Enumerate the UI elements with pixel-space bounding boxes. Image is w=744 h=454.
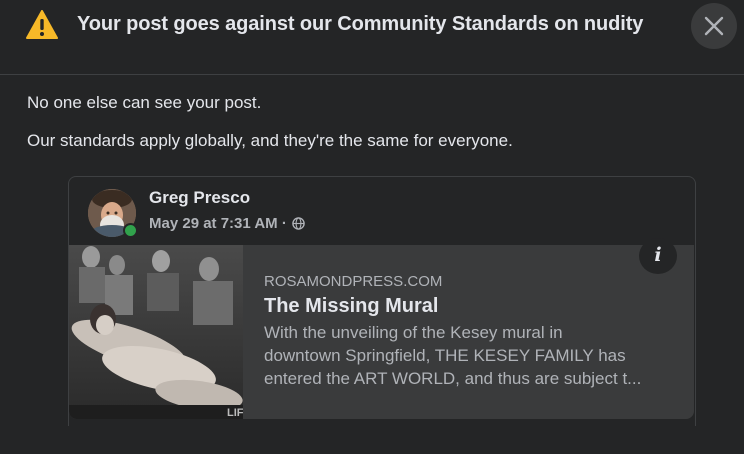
post-meta: May 29 at 7:31 AM · bbox=[149, 215, 305, 232]
dialog-title: Your post goes against our Community Sta… bbox=[77, 13, 644, 35]
info-icon: i bbox=[654, 244, 662, 266]
thumbnail-image: LIF bbox=[69, 245, 244, 419]
meta-separator: · bbox=[281, 215, 287, 232]
post-timestamp[interactable]: May 29 at 7:31 AM bbox=[149, 215, 278, 232]
link-preview-card[interactable]: LIF ROSAMONDPRESS.COM The Missing Mural … bbox=[69, 245, 694, 419]
info-button[interactable]: i bbox=[639, 238, 677, 274]
close-icon bbox=[704, 16, 724, 36]
visibility-notice: No one else can see your post. bbox=[27, 93, 262, 112]
link-description-line: downtown Springfield, THE KESEY FAMILY h… bbox=[264, 346, 626, 365]
online-status-indicator bbox=[123, 223, 138, 238]
link-domain: ROSAMONDPRESS.COM bbox=[264, 273, 443, 290]
policy-violation-dialog: Your post goes against our Community Sta… bbox=[0, 0, 744, 454]
link-description-line: entered the ART WORLD, and thus are subj… bbox=[264, 369, 642, 388]
post-author-name[interactable]: Greg Presco bbox=[149, 188, 250, 208]
thumbnail-caption: LIF bbox=[227, 407, 243, 419]
close-button[interactable] bbox=[691, 3, 737, 49]
dialog-header: Your post goes against our Community Sta… bbox=[0, 0, 744, 75]
link-thumbnail: LIF bbox=[69, 245, 244, 419]
warning-triangle-icon bbox=[26, 10, 58, 39]
link-description: With the unveiling of the Kesey mural in… bbox=[264, 321, 674, 390]
link-description-line: With the unveiling of the Kesey mural in bbox=[264, 323, 563, 342]
standards-notice: Our standards apply globally, and they'r… bbox=[27, 131, 513, 150]
globe-icon bbox=[292, 217, 305, 230]
link-title: The Missing Mural bbox=[264, 295, 439, 317]
